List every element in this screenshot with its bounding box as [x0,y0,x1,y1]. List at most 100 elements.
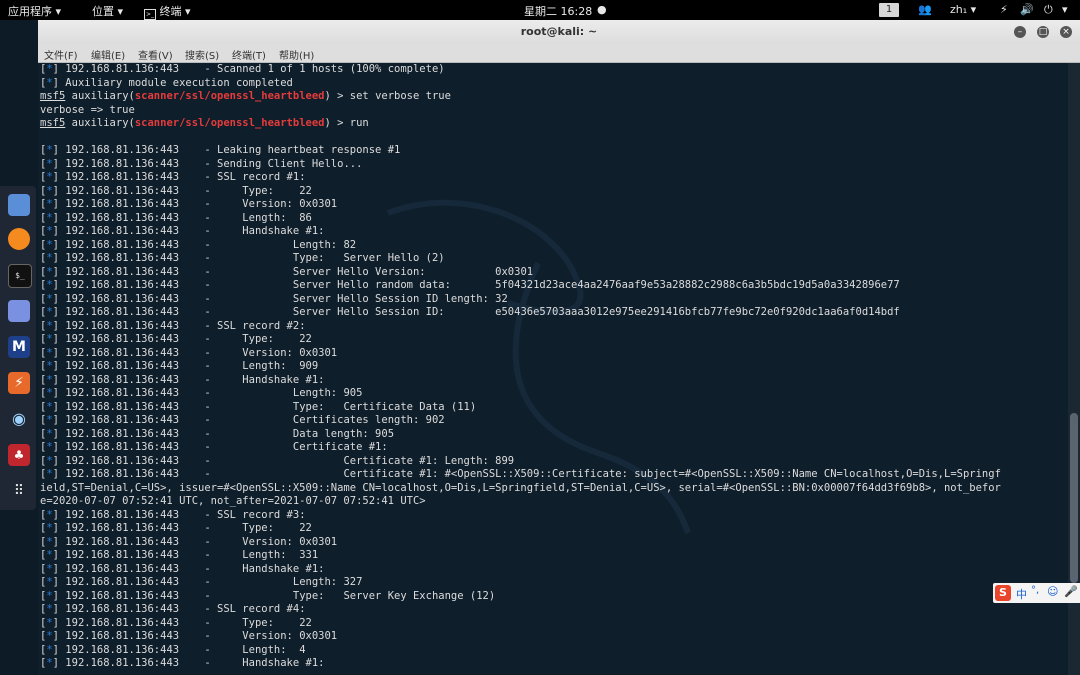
terminal-line: [*] 192.168.81.136:443 - Handshake #1: [40,563,1068,577]
command-text: ) > set verbose true [324,90,451,102]
scrollbar-thumb[interactable] [1070,413,1078,583]
line-text: ] 192.168.81.136:443 - Type: Server Key … [52,589,496,602]
menu-terminal[interactable]: 终端(T) [232,47,266,62]
burpsuite-icon[interactable]: ⚡ [8,372,30,394]
terminal-output[interactable]: [*] 192.168.81.136:443 - Scanned 1 of 1 … [38,63,1068,675]
terminal-app-label: 终端 ▾ [159,5,191,18]
terminal-line: msf5 auxiliary(scanner/ssl/openssl_heart… [40,117,369,129]
input-method-menu[interactable]: zh₁ ▾ [950,3,976,16]
notification-dot-icon: ● [597,3,607,16]
line-text: ] 192.168.81.136:443 - Version: 0x0301 [52,535,338,548]
firefox-icon[interactable] [8,228,30,250]
menu-help[interactable]: 帮助(H) [279,47,314,62]
terminal-line: ield,ST=Denial,C=US>, issuer=#<OpenSSL::… [40,481,1001,494]
line-text: ] 192.168.81.136:443 - SSL record #2: [52,319,306,332]
line-text: ] 192.168.81.136:443 - Length: 86 [52,211,312,224]
terminal-line: [*] Auxiliary module execution completed [40,77,1068,91]
files-icon[interactable] [8,194,30,216]
terminal-line: [*] 192.168.81.136:443 - Type: Certifica… [40,401,1068,415]
line-text: ] Auxiliary module execution completed [52,76,293,89]
terminal-line: [*] 192.168.81.136:443 - SSL record #2: [40,320,1068,334]
msf-prompt: msf5 [40,117,66,129]
line-text: ] 192.168.81.136:443 - Length: 327 [52,576,363,588]
terminal-line: [*] 192.168.81.136:443 - Handshake #1: [40,374,1068,388]
close-button[interactable]: × [1060,26,1072,38]
terminal-line: [*] 192.168.81.136:443 - Type: 22 [40,333,1068,347]
terminal-line: [*] 192.168.81.136:443 - Type: 22 [40,522,1068,536]
line-text: ] 192.168.81.136:443 - Length: 905 [52,387,363,399]
ime-lang-icon[interactable]: 中 [1016,586,1027,602]
line-text: ] 192.168.81.136:443 - Server Hello Sess… [52,292,508,305]
terminal-line: [*] 192.168.81.136:443 - Handshake #1: [40,225,1068,239]
window-titlebar[interactable]: root@kali: ~ – □ × [38,20,1080,44]
ime-toolbar[interactable]: S 中 °, ☺ 🎤 [993,583,1080,603]
power-icon[interactable]: ⏻ [1044,3,1053,17]
text-editor-icon[interactable] [8,300,30,322]
menu-file[interactable]: 文件(F) [44,47,78,62]
terminal-line: [*] 192.168.81.136:443 - Certificate #1: [40,441,1068,455]
line-text: ] 192.168.81.136:443 - Certificates leng… [52,414,445,426]
line-text: ] 192.168.81.136:443 - Server Hello Sess… [52,306,900,318]
line-text: ] 192.168.81.136:443 - Scanned 1 of 1 ho… [52,63,445,75]
places-menu[interactable]: 位置 ▾ [92,3,123,19]
cherrytree-icon[interactable]: ♣ [8,444,30,466]
terminal-line: [*] 192.168.81.136:443 - Certificate #1:… [40,455,1068,469]
volume-icon[interactable]: 🔊 [1020,3,1034,16]
applications-menu[interactable]: 应用程序 ▾ [8,3,61,19]
clock[interactable]: 星期二 16:28 [524,3,592,19]
terminal-line: [*] 192.168.81.136:443 - Server Hello ra… [40,279,1068,293]
terminal-line: [*] 192.168.81.136:443 - Sending Client … [40,158,1068,172]
line-text: ] 192.168.81.136:443 - Length: 331 [52,549,319,561]
terminal-line: [*] 192.168.81.136:443 - Version: 0x0301 [40,630,1068,644]
module-name: scanner/ssl/openssl_heartbleed [134,117,325,129]
terminal-line: [*] 192.168.81.136:443 - Type: Server He… [40,252,1068,266]
terminal-lines: [*] 192.168.81.136:443 - Scanned 1 of 1 … [40,63,1068,671]
terminal-line: [*] 192.168.81.136:443 - Version: 0x0301 [40,198,1068,212]
users-icon[interactable]: 👥 [918,3,932,16]
line-text: ] 192.168.81.136:443 - Handshake #1: [52,657,325,669]
ime-voice-icon[interactable]: 🎤 [1064,585,1078,598]
terminal-small-icon: >_ [144,9,156,20]
terminal-line: [*] 192.168.81.136:443 - Length: 4 [40,644,1068,658]
line-text: ] 192.168.81.136:443 - Type: 22 [52,616,312,629]
menu-bar: 文件(F) 编辑(E) 查看(V) 搜索(S) 终端(T) 帮助(H) [38,44,1080,63]
line-text: ] 192.168.81.136:443 - Handshake #1: [52,562,325,575]
terminal-line: [*] 192.168.81.136:443 - Length: 905 [40,387,1068,401]
metasploit-icon[interactable]: M [8,336,30,358]
menu-view[interactable]: 查看(V) [138,47,173,62]
terminal-line: [*] 192.168.81.136:443 - Length: 331 [40,549,1068,563]
terminal-icon[interactable]: $_ [8,264,32,288]
line-text: ] 192.168.81.136:443 - Data length: 905 [52,427,395,440]
terminal-line: [*] 192.168.81.136:443 - Version: 0x0301 [40,347,1068,361]
minimize-button[interactable]: – [1014,26,1026,38]
menu-search[interactable]: 搜索(S) [185,47,219,62]
workspace-indicator[interactable]: 1 [879,3,899,17]
terminal-line: [*] 192.168.81.136:443 - Certificates le… [40,414,1068,428]
terminal-line: [*] 192.168.81.136:443 - Version: 0x0301 [40,536,1068,550]
terminal-line: [*] 192.168.81.136:443 - Scanned 1 of 1 … [40,63,1068,77]
eye-icon[interactable]: ◉ [8,408,30,430]
terminal-app-menu[interactable]: >_ 终端 ▾ [144,3,191,20]
ime-emoji-icon[interactable]: ☺ [1047,585,1058,598]
terminal-line: [*] 192.168.81.136:443 - Type: 22 [40,185,1068,199]
line-text: ] 192.168.81.136:443 - Certificate #1: #… [52,468,1001,480]
module-name: scanner/ssl/openssl_heartbleed [134,90,325,102]
terminal-line: [*] 192.168.81.136:443 - Server Hello Se… [40,293,1068,307]
terminal-line: [*] 192.168.81.136:443 - Server Hello Se… [40,306,1068,320]
terminal-line: [*] 192.168.81.136:443 - Server Hello Ve… [40,266,1068,280]
terminal-line: e=2020-07-07 07:52:41 UTC, not_after=202… [40,495,426,507]
line-text: ] 192.168.81.136:443 - SSL record #1: [52,171,306,183]
line-text: ] 192.168.81.136:443 - SSL record #3: [52,508,306,521]
msf-prompt: msf5 [40,90,66,102]
line-text: ] 192.168.81.136:443 - Type: 22 [52,184,312,197]
maximize-button[interactable]: □ [1037,26,1049,38]
terminal-line: [*] 192.168.81.136:443 - Handshake #1: [40,657,1068,671]
show-apps-icon[interactable]: ⠿ [8,480,30,502]
menu-edit[interactable]: 编辑(E) [91,47,125,62]
line-text: ] 192.168.81.136:443 - Server Hello Vers… [52,265,534,278]
network-icon[interactable]: ⚡ [1000,3,1008,16]
power-menu-chevron-icon[interactable]: ▾ [1062,3,1068,16]
ime-punct-icon[interactable]: °, [1031,585,1039,596]
terminal-line: [*] 192.168.81.136:443 - Leaking heartbe… [40,144,1068,158]
